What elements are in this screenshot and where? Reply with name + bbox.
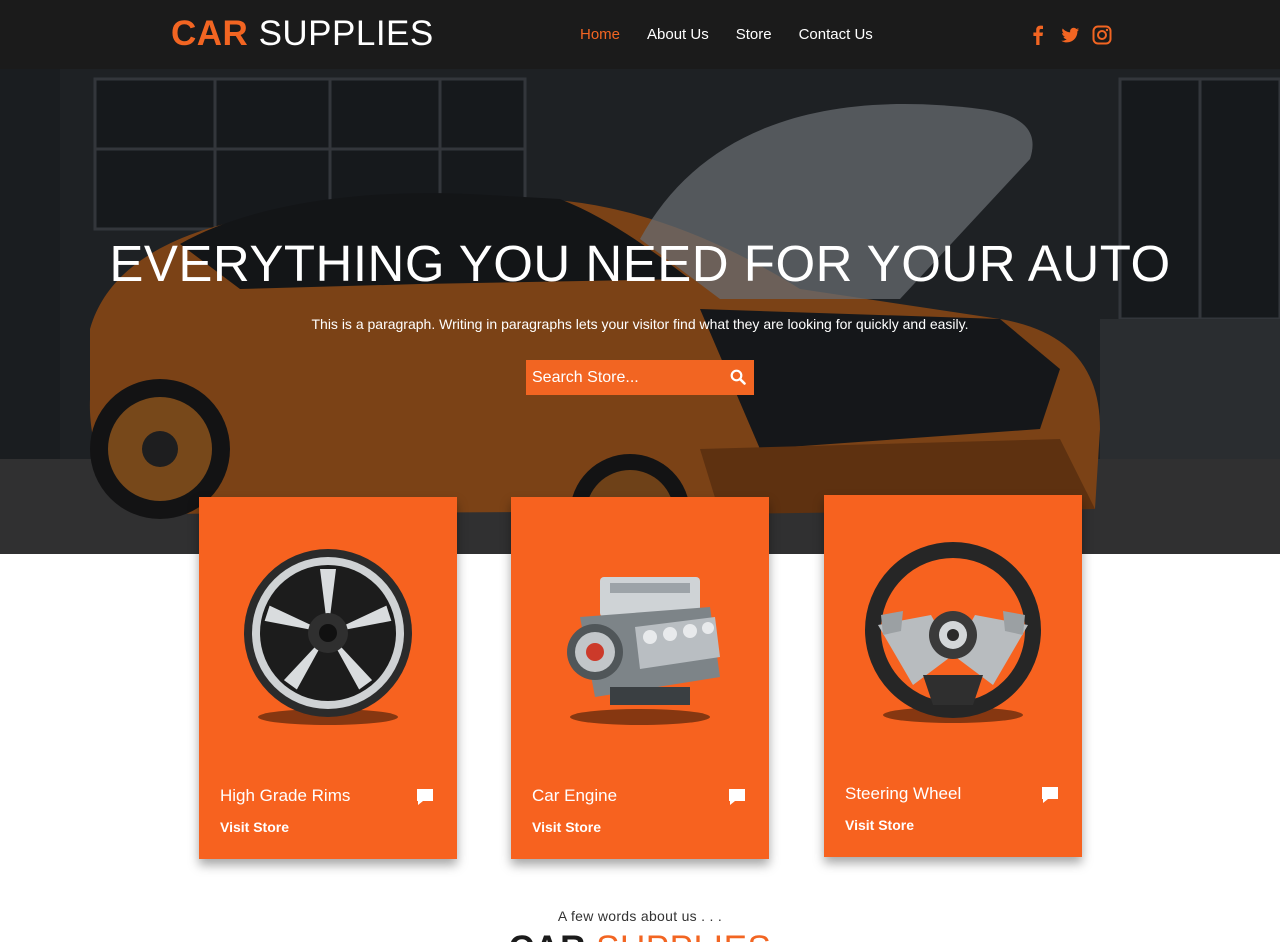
about-logo-main: SUPPLIES	[596, 929, 771, 942]
nav-home[interactable]: Home	[580, 24, 620, 46]
logo-main-text: SUPPLIES	[258, 14, 434, 53]
product-card-rims[interactable]: High Grade Rims Visit Store	[199, 497, 457, 859]
product-card-steering-wheel[interactable]: Steering Wheel Visit Store	[824, 495, 1082, 857]
social-links	[1028, 24, 1112, 46]
card-title: Steering Wheel	[845, 784, 962, 803]
hero-paragraph: This is a paragraph. Writing in paragrap…	[311, 316, 969, 332]
logo-accent-text: CAR	[171, 14, 249, 53]
site-header: CAR SUPPLIES Home About Us Store Contact…	[0, 0, 1280, 69]
steering-wheel-image	[853, 535, 1053, 735]
hero-section: EVERYTHING YOU NEED FOR YOUR AUTO This i…	[0, 69, 1280, 554]
nav-store[interactable]: Store	[736, 24, 772, 46]
hero-overlay	[0, 69, 1280, 554]
nav-contact-us[interactable]: Contact Us	[799, 24, 873, 46]
card-title: Car Engine	[532, 786, 618, 805]
visit-store-link[interactable]: Visit Store	[220, 818, 289, 836]
site-logo[interactable]: CAR SUPPLIES	[171, 14, 434, 54]
nav-about-us[interactable]: About Us	[647, 24, 709, 46]
twitter-icon[interactable]	[1060, 24, 1080, 46]
visit-store-link[interactable]: Visit Store	[532, 818, 601, 836]
search-button[interactable]	[730, 368, 748, 386]
instagram-icon[interactable]	[1092, 24, 1112, 46]
visit-store-link[interactable]: Visit Store	[845, 816, 914, 834]
rim-image	[228, 537, 428, 737]
chat-bubble-icon[interactable]	[1040, 785, 1060, 805]
card-title: High Grade Rims	[220, 786, 351, 805]
search-input[interactable]	[526, 360, 724, 395]
facebook-icon[interactable]	[1028, 24, 1048, 46]
store-search	[526, 360, 754, 395]
chat-bubble-icon[interactable]	[727, 787, 747, 807]
engine-image	[540, 537, 740, 737]
search-icon	[730, 369, 746, 385]
hero-title: EVERYTHING YOU NEED FOR YOUR AUTO	[109, 235, 1171, 292]
chat-bubble-icon[interactable]	[415, 787, 435, 807]
about-logo-accent: CAR	[509, 929, 586, 942]
main-nav: Home About Us Store Contact Us	[580, 24, 873, 46]
product-card-engine[interactable]: Car Engine Visit Store	[511, 497, 769, 859]
about-logo: CAR SUPPLIES	[0, 929, 1280, 942]
about-kicker: A few words about us . . .	[557, 908, 723, 924]
